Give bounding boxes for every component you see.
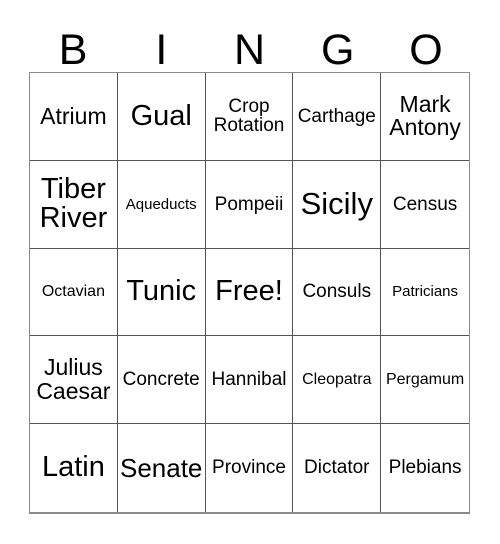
bingo-cell-label: Plebians (388, 457, 462, 479)
bingo-cell[interactable]: Hannibal (205, 336, 294, 425)
header-letter-o: O (409, 26, 443, 74)
bingo-cell-label: Free! (215, 275, 283, 308)
bingo-cell[interactable]: Tiber River (30, 160, 118, 249)
bingo-cell[interactable]: Cleopatra (293, 336, 382, 425)
bingo-cell[interactable]: Concrete (117, 336, 206, 425)
bingo-cell-label: Atrium (40, 102, 107, 129)
bingo-cell-label: Julius Caesar (36, 354, 111, 404)
bingo-cell-label: Census (392, 193, 458, 215)
bingo-cell[interactable]: Sicily (293, 160, 382, 249)
bingo-card: B I N G O Atrium Gual Crop Rotation Cart… (0, 0, 500, 544)
bingo-cell-label: Carthage (297, 105, 376, 127)
header-letter-n: N (233, 26, 266, 74)
bingo-cell[interactable]: Pergamum (381, 336, 469, 425)
bingo-cell[interactable]: Mark Antony (381, 73, 469, 161)
header-letter-b: B (58, 26, 88, 74)
bingo-cell-free-space[interactable]: Free! (205, 248, 294, 337)
bingo-cell-label: Mark Antony (389, 90, 461, 141)
bingo-cell[interactable]: Patricians (381, 249, 469, 337)
bingo-cell[interactable]: Province (206, 424, 294, 512)
header-letter-i: I (155, 26, 168, 74)
bingo-cell-label: Consuls (302, 281, 372, 303)
bingo-cell-label: Dictator (304, 457, 370, 479)
bingo-cell-label: Patricians (392, 283, 459, 301)
bingo-cell-label: Province (212, 457, 286, 479)
bingo-cell[interactable]: Pompeii (205, 160, 294, 249)
bingo-cell-label: Pompeii (214, 193, 284, 215)
bingo-cell[interactable]: Census (381, 161, 469, 249)
bingo-cell-label: Octavian (41, 282, 105, 300)
bingo-cell[interactable]: Octavian (30, 248, 118, 337)
bingo-cell-label: Sicily (300, 186, 373, 222)
bingo-cell-label: Aqueducts (125, 195, 197, 213)
bingo-cell-label: Senate (119, 452, 203, 483)
bingo-cell-label: Crop Rotation (213, 96, 285, 137)
bingo-cell-label: Pergamum (385, 370, 465, 388)
bingo-cell[interactable]: Crop Rotation (205, 73, 294, 161)
bingo-cell[interactable]: Atrium (30, 73, 118, 161)
bingo-cell[interactable]: Gual (117, 73, 206, 161)
bingo-cell[interactable]: Tunic (117, 248, 206, 337)
bingo-cell-label: Hannibal (211, 369, 287, 391)
bingo-cell-label: Cleopatra (302, 370, 372, 388)
bingo-cell[interactable]: Plebians (381, 424, 469, 512)
bingo-cell[interactable]: Carthage (293, 73, 382, 161)
bingo-cell-label: Tunic (126, 275, 197, 308)
bingo-cell-label: Tiber River (39, 172, 108, 235)
bingo-cell[interactable]: Aqueducts (117, 160, 206, 249)
bingo-cell[interactable]: Consuls (293, 248, 382, 337)
bingo-cell[interactable]: Julius Caesar (30, 336, 118, 425)
bingo-cell[interactable]: Latin (30, 424, 118, 512)
bingo-cell-label: Gual (130, 99, 192, 132)
header-letter-g: G (320, 26, 355, 74)
bingo-cell[interactable]: Dictator (293, 424, 382, 512)
bingo-cell-label: Latin (41, 451, 105, 484)
bingo-grid: Atrium Gual Crop Rotation Carthage Mark … (29, 72, 470, 514)
bingo-cell-label: Concrete (122, 369, 200, 391)
bingo-header: B I N G O (29, 22, 470, 72)
bingo-cell[interactable]: Senate (118, 424, 206, 512)
